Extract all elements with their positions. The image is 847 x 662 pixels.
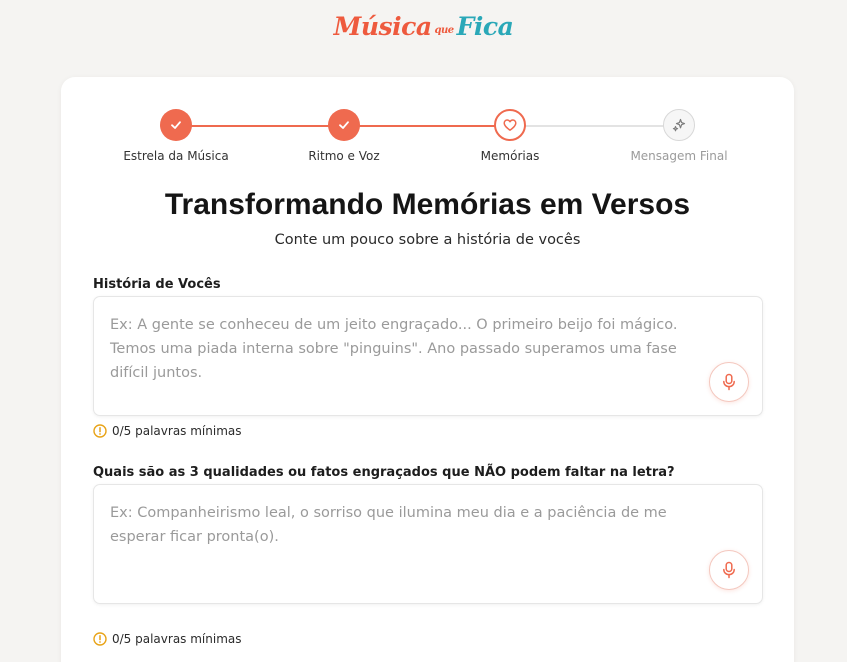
- stepper-track-pending: [510, 125, 680, 127]
- story-field-container: [93, 296, 763, 416]
- logo-text-fica: Fica: [456, 11, 514, 41]
- step-2-label: Ritmo e Voz: [308, 149, 380, 163]
- form-card: Estrela da Música Ritmo e Voz Memórias M…: [61, 77, 794, 662]
- story-textarea[interactable]: [94, 297, 762, 415]
- alert-circle-icon: [93, 632, 107, 646]
- step-1-label: Estrela da Música: [123, 149, 229, 163]
- step-3-label: Memórias: [480, 149, 540, 163]
- page-subtitle: Conte um pouco sobre a história de vocês: [274, 232, 581, 248]
- step-4-label: Mensagem Final: [630, 149, 728, 163]
- qualities-textarea[interactable]: [94, 485, 762, 603]
- brand-logo[interactable]: Música que Fica: [334, 12, 514, 41]
- heart-icon: [503, 119, 517, 131]
- step-4-indicator[interactable]: [663, 109, 695, 141]
- page-title: Transformando Memórias em Versos: [164, 188, 691, 221]
- microphone-icon: [723, 561, 735, 579]
- story-word-counter: 0/5 palavras mínimas: [93, 424, 242, 438]
- sparkles-icon: [672, 118, 686, 132]
- step-3-indicator[interactable]: [494, 109, 526, 141]
- check-icon: [171, 121, 181, 129]
- microphone-icon: [723, 373, 735, 391]
- story-field-label: História de Vocês: [93, 277, 221, 292]
- story-mic-button[interactable]: [709, 362, 749, 402]
- qualities-field-label: Quais são as 3 qualidades ou fatos engra…: [93, 465, 675, 480]
- logo-text-que: que: [434, 24, 455, 36]
- logo-text-musica: Música: [333, 11, 432, 41]
- alert-circle-icon: [93, 424, 107, 438]
- qualities-mic-button[interactable]: [709, 550, 749, 590]
- top-bar: Música que Fica: [0, 0, 847, 52]
- qualities-word-counter: 0/5 palavras mínimas: [93, 632, 242, 646]
- progress-stepper: Estrela da Música Ritmo e Voz Memórias M…: [61, 107, 794, 167]
- qualities-word-counter-text: 0/5 palavras mínimas: [112, 632, 242, 646]
- qualities-field-container: [93, 484, 763, 604]
- story-word-counter-text: 0/5 palavras mínimas: [112, 424, 242, 438]
- check-icon: [339, 121, 349, 129]
- step-2-indicator[interactable]: [328, 109, 360, 141]
- step-1-indicator[interactable]: [160, 109, 192, 141]
